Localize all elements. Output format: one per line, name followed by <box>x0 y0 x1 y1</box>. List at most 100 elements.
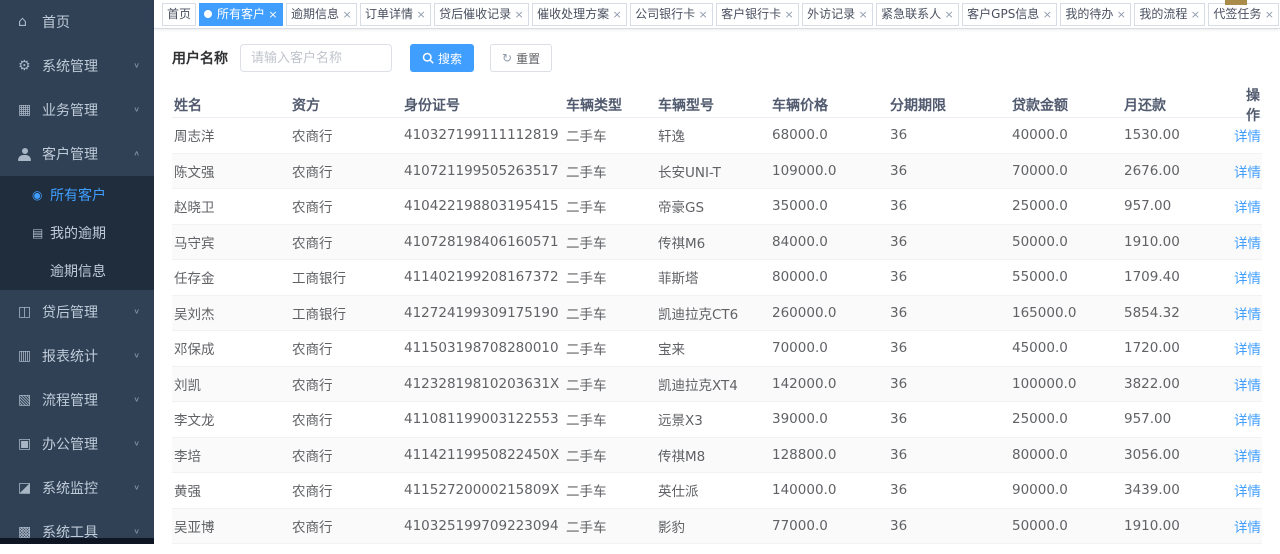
tab-close-icon[interactable]: × <box>514 4 524 25</box>
sidebar-item-home[interactable]: ⌂ 首页 <box>0 0 154 44</box>
table-cell: 刘凯 <box>172 374 290 394</box>
table-cell: 邓保成 <box>172 338 290 358</box>
table-cell: 410327199111112819 <box>402 127 564 143</box>
table-cell: 80000.0 <box>770 269 888 285</box>
table-cell: 1709.40 <box>1122 269 1232 285</box>
tab-close-icon[interactable]: × <box>1116 4 1126 25</box>
detail-link[interactable]: 详情 <box>1234 378 1261 394</box>
detail-link[interactable]: 详情 <box>1234 449 1261 465</box>
sidebar-item-postloan-mgmt[interactable]: ◫ 贷后管理 ∨ <box>0 290 154 334</box>
tab-逾期信息[interactable]: 逾期信息× <box>286 3 357 26</box>
table-cell: 农商行 <box>290 196 402 216</box>
active-tab-dot <box>204 10 212 18</box>
detail-link[interactable]: 详情 <box>1234 484 1261 500</box>
tab-催收处理方案[interactable]: 催收处理方案× <box>532 3 627 26</box>
tab-close-icon[interactable]: × <box>1264 4 1274 25</box>
sidebar-item-overdue-info[interactable]: 逾期信息 <box>0 252 154 290</box>
table-cell: 传祺M8 <box>656 445 770 465</box>
tab-label: 紧急联系人 <box>881 4 941 25</box>
column-header: 身份证号 <box>402 95 564 115</box>
detail-link[interactable]: 详情 <box>1234 271 1261 287</box>
sidebar-item-label: 办公管理 <box>42 434 133 454</box>
customer-mgmt-submenu: ◉ 所有客户 ▤ 我的逾期 逾期信息 <box>0 176 154 290</box>
tab-客户GPS信息[interactable]: 客户GPS信息× <box>962 3 1057 26</box>
sidebar-item-flow-mgmt[interactable]: ▧ 流程管理 ∨ <box>0 378 154 422</box>
detail-link[interactable]: 详情 <box>1234 413 1261 429</box>
tab-我的待办[interactable]: 我的待办× <box>1060 3 1131 26</box>
column-header: 分期期限 <box>888 95 1010 115</box>
tab-label: 订单详情 <box>365 4 413 25</box>
tab-公司银行卡[interactable]: 公司银行卡× <box>630 3 713 26</box>
table-cell-action: 详情 <box>1232 516 1262 536</box>
detail-link[interactable]: 详情 <box>1234 236 1261 252</box>
sidebar-item-customer-mgmt[interactable]: 客户管理 ∧ <box>0 132 154 176</box>
column-header: 操作 <box>1232 85 1262 125</box>
table-cell-action: 详情 <box>1232 445 1262 465</box>
detail-link[interactable]: 详情 <box>1234 129 1261 145</box>
table-cell: 帝豪GS <box>656 196 770 216</box>
search-button[interactable]: 搜索 <box>410 44 474 72</box>
chevron-down-icon: ∨ <box>133 396 140 404</box>
tab-订单详情[interactable]: 订单详情× <box>360 3 431 26</box>
detail-link[interactable]: 详情 <box>1234 307 1261 323</box>
table-cell: 70000.0 <box>770 340 888 356</box>
sidebar-item-report-stats[interactable]: ▥ 报表统计 ∨ <box>0 334 154 378</box>
tab-close-icon[interactable]: × <box>268 4 278 25</box>
tab-贷后催收记录[interactable]: 贷后催收记录× <box>434 3 529 26</box>
reset-button[interactable]: ↻ 重置 <box>490 44 552 72</box>
tab-close-icon[interactable]: × <box>944 4 954 25</box>
tab-外访记录[interactable]: 外访记录× <box>802 3 873 26</box>
table-cell: 英仕派 <box>656 480 770 500</box>
table-cell: 二手车 <box>564 125 656 145</box>
tab-所有客户[interactable]: 所有客户× <box>199 3 283 26</box>
tab-close-icon[interactable]: × <box>698 4 708 25</box>
reset-button-label: 重置 <box>516 50 540 67</box>
detail-link[interactable]: 详情 <box>1234 165 1261 181</box>
tab-首页[interactable]: 首页 <box>162 3 196 26</box>
tab-close-icon[interactable]: × <box>858 4 868 25</box>
sidebar-item-all-customers[interactable]: ◉ 所有客户 <box>0 176 154 214</box>
table-cell: 2676.00 <box>1122 163 1232 179</box>
detail-link[interactable]: 详情 <box>1234 200 1261 216</box>
table-cell: 41152720000215809X <box>402 482 564 498</box>
sidebar-bottom-strip <box>0 538 154 544</box>
tab-bar: 首页所有客户×逾期信息×订单详情×贷后催收记录×催收处理方案×公司银行卡×客户银… <box>154 0 1280 29</box>
table-cell: 68000.0 <box>770 127 888 143</box>
table-cell: 39000.0 <box>770 411 888 427</box>
sidebar-item-my-overdue[interactable]: ▤ 我的逾期 <box>0 214 154 252</box>
sidebar-item-office-mgmt[interactable]: ▣ 办公管理 ∨ <box>0 422 154 466</box>
table-row: 赵晓卫农商行410422198803195415二手车帝豪GS35000.036… <box>172 189 1262 225</box>
tab-代签任务[interactable]: 代签任务× <box>1208 3 1279 26</box>
tab-我的流程[interactable]: 我的流程× <box>1134 3 1205 26</box>
sidebar-item-system-mgmt[interactable]: ⚙ 系统管理 ∨ <box>0 44 154 88</box>
table-cell: 二手车 <box>564 409 656 429</box>
table-cell-action: 详情 <box>1232 125 1262 145</box>
table-cell: 农商行 <box>290 445 402 465</box>
tab-label: 外访记录 <box>807 4 855 25</box>
tab-close-icon[interactable]: × <box>342 4 352 25</box>
tab-close-icon[interactable]: × <box>1190 4 1200 25</box>
detail-link[interactable]: 详情 <box>1234 342 1261 358</box>
table-cell: 55000.0 <box>1010 269 1122 285</box>
tab-close-icon[interactable]: × <box>784 4 794 25</box>
column-header: 资方 <box>290 95 402 115</box>
tab-close-icon[interactable]: × <box>416 4 426 25</box>
tab-label: 首页 <box>167 4 191 25</box>
tab-紧急联系人[interactable]: 紧急联系人× <box>876 3 959 26</box>
sidebar-item-system-tools[interactable]: ▩ 系统工具 ∨ <box>0 510 154 554</box>
table-cell: 1910.00 <box>1122 518 1232 534</box>
tab-close-icon[interactable]: × <box>612 4 622 25</box>
table-cell-action: 详情 <box>1232 196 1262 216</box>
chevron-down-icon: ∨ <box>133 352 140 360</box>
table-cell: 50000.0 <box>1010 518 1122 534</box>
sidebar-item-label: 贷后管理 <box>42 302 133 322</box>
detail-link[interactable]: 详情 <box>1234 520 1261 536</box>
table-cell: 农商行 <box>290 480 402 500</box>
tab-close-icon[interactable]: × <box>1042 4 1052 25</box>
search-input[interactable] <box>240 44 392 72</box>
tab-客户银行卡[interactable]: 客户银行卡× <box>716 3 799 26</box>
sidebar-item-business-mgmt[interactable]: ▦ 业务管理 ∨ <box>0 88 154 132</box>
table-row: 刘凯农商行41232819810203631X二手车凯迪拉克XT4142000.… <box>172 367 1262 403</box>
table-row: 任存金工商银行411402199208167372二手车菲斯塔80000.036… <box>172 260 1262 296</box>
sidebar-item-system-monitor[interactable]: ◪ 系统监控 ∨ <box>0 466 154 510</box>
